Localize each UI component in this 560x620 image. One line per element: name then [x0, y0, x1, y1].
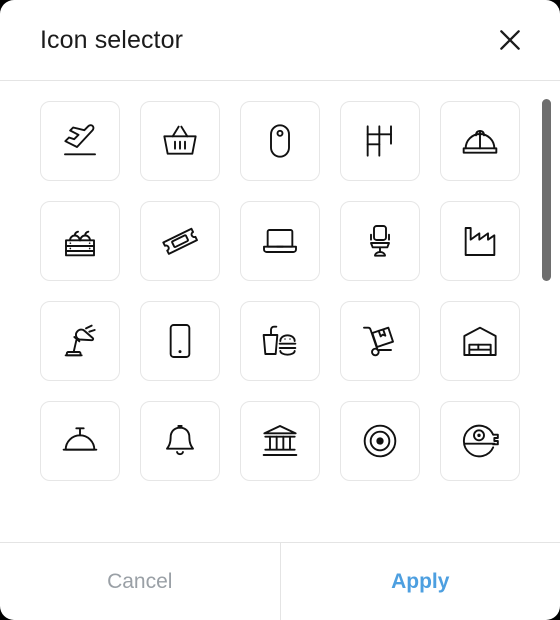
hand-truck-icon [360, 321, 400, 361]
office-chair-icon [360, 221, 400, 261]
icon-tile-smartphone[interactable] [140, 301, 220, 381]
death-star-icon [460, 421, 500, 461]
manual-transmission-icon [360, 121, 400, 161]
dialog-header: Icon selector [0, 0, 560, 81]
icon-tile-manual-transmission[interactable] [340, 101, 420, 181]
fruit-crate-icon [60, 221, 100, 261]
shopping-basket-icon [160, 121, 200, 161]
icon-tile-desk-lamp[interactable] [40, 301, 120, 381]
notification-bell-icon [160, 421, 200, 461]
vertical-scrollbar-thumb[interactable] [542, 99, 551, 281]
target-icon [360, 421, 400, 461]
icon-tile-hard-hat[interactable] [440, 101, 520, 181]
computer-mouse-icon [260, 121, 300, 161]
icon-tile-target[interactable] [340, 401, 420, 481]
icon-tile-fast-food[interactable] [240, 301, 320, 381]
icon-tile-bank[interactable] [240, 401, 320, 481]
close-button[interactable] [488, 18, 532, 62]
service-bell-icon [60, 421, 100, 461]
dialog-footer: Cancel Apply [0, 542, 560, 620]
icon-tile-death-star[interactable] [440, 401, 520, 481]
icon-tile-notification-bell[interactable] [140, 401, 220, 481]
factory-icon [460, 221, 500, 261]
smartphone-icon [160, 321, 200, 361]
bank-icon [260, 421, 300, 461]
icon-tile-factory[interactable] [440, 201, 520, 281]
warehouse-icon [460, 321, 500, 361]
ticket-icon [160, 221, 200, 261]
dialog-title: Icon selector [40, 25, 184, 54]
icon-tile-warehouse[interactable] [440, 301, 520, 381]
laptop-icon [260, 221, 300, 261]
vertical-scrollbar-track[interactable] [542, 87, 551, 536]
icon-tile-laptop[interactable] [240, 201, 320, 281]
cancel-button[interactable]: Cancel [0, 543, 281, 620]
icon-tile-service-bell[interactable] [40, 401, 120, 481]
icon-tile-fruit-crate[interactable] [40, 201, 120, 281]
flight-takeoff-icon [60, 121, 100, 161]
icon-tile-computer-mouse[interactable] [240, 101, 320, 181]
icon-tile-office-chair[interactable] [340, 201, 420, 281]
fast-food-icon [260, 321, 300, 361]
icon-selector-dialog: Icon selector Cancel Apply [0, 0, 560, 620]
apply-button[interactable]: Apply [281, 543, 560, 620]
icon-grid-scroll-area[interactable] [0, 81, 560, 542]
icon-tile-ticket[interactable] [140, 201, 220, 281]
icon-tile-flight-takeoff[interactable] [40, 101, 120, 181]
icon-tile-shopping-basket[interactable] [140, 101, 220, 181]
icon-tile-hand-truck[interactable] [340, 301, 420, 381]
icon-grid [0, 81, 560, 542]
close-icon [497, 27, 523, 53]
hard-hat-icon [460, 121, 500, 161]
desk-lamp-icon [60, 321, 100, 361]
